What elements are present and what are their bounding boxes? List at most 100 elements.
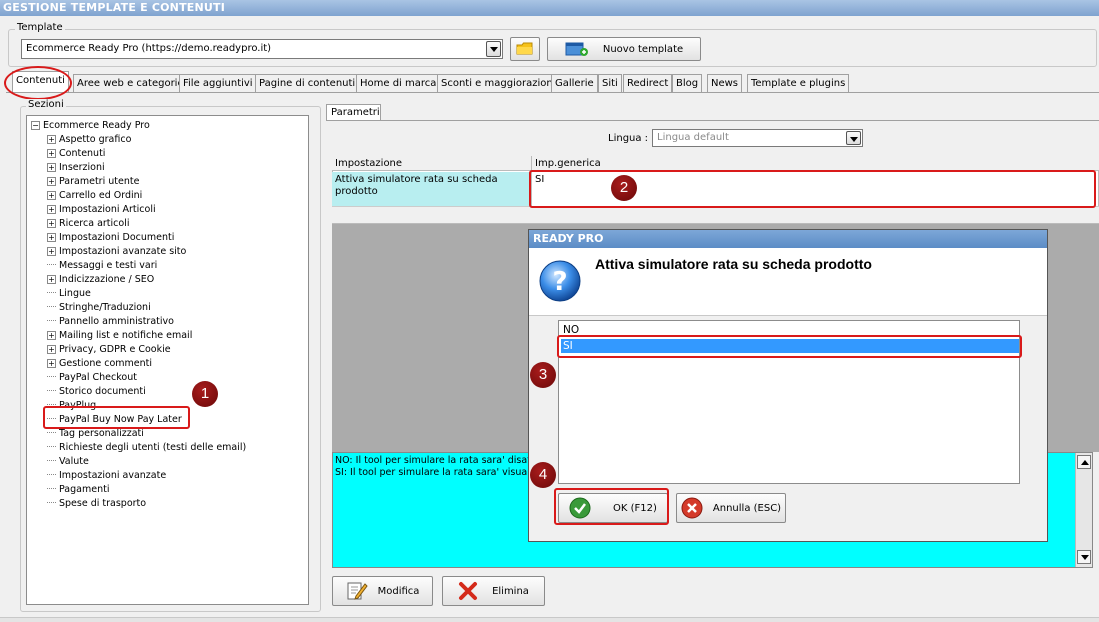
marker-1: 1 [192,381,218,407]
tree-item[interactable]: + Ricerca articoli [47,217,129,230]
tree-item[interactable]: + Impostazioni Documenti [47,231,174,244]
params-tab[interactable]: Parametri [326,104,381,121]
tree-item[interactable]: + Carrello ed Ordini [47,189,142,202]
expand-icon[interactable]: + [47,177,56,186]
tree-item-label: Pannello amministrativo [59,316,174,327]
tree-item-label: Storico documenti [59,386,146,397]
expand-icon[interactable]: + [47,275,56,284]
tree-item[interactable]: Valute [47,455,89,468]
highlight-tree-selection [43,406,190,429]
expand-icon[interactable]: + [47,331,56,340]
help-line-2: SI: Il tool per simulare la rata sara' v… [335,467,538,478]
tree-item[interactable]: + Contenuti [47,147,105,160]
tree-item-label: Privacy, GDPR e Cookie [59,344,171,355]
tab-gallerie[interactable]: Gallerie [551,74,598,93]
chevron-down-icon[interactable] [486,41,501,57]
collapse-icon[interactable]: − [31,121,40,130]
question-icon: ? [539,260,581,302]
grid-row-empty [332,206,1099,223]
row-setting-cell[interactable]: Attiva simulatore rata su scheda prodott… [332,172,532,206]
language-select[interactable]: Lingua default [652,129,863,147]
confirm-dialog: READY PRO ? Attiva simulatore rata su sc… [528,229,1048,542]
edit-button[interactable]: Modifica [332,576,433,606]
expand-icon[interactable]: + [47,345,56,354]
expand-icon[interactable]: + [47,219,56,228]
tab-sconti[interactable]: Sconti e maggiorazioni [437,74,560,93]
tree-item[interactable]: Impostazioni avanzate [47,469,166,482]
tab-file-aggiuntivi[interactable]: File aggiuntivi [179,74,257,93]
language-select-value: Lingua default [657,132,729,143]
scroll-up-icon[interactable] [1077,455,1091,469]
tree-item-label: Richieste degli utenti (testi delle emai… [59,442,247,453]
tree-item[interactable]: Pannello amministrativo [47,315,174,328]
tree-item[interactable]: + Inserzioni [47,161,105,174]
help-line-1: NO: Il tool per simulare la rata sara' d… [335,455,549,466]
marker-4: 4 [530,462,556,488]
tree-connector [47,404,56,405]
tab-siti[interactable]: Siti [598,74,622,93]
tree-item[interactable]: + Privacy, GDPR e Cookie [47,343,171,356]
tree-item[interactable]: Richieste degli utenti (testi delle emai… [47,441,246,454]
sections-tree[interactable]: − Ecommerce Ready Pro + Aspetto grafico + Co… [26,115,309,605]
cancel-button[interactable]: Annulla (ESC) [676,493,786,523]
language-label: Lingua : [608,133,649,144]
tree-item-label: Tag personalizzati [59,428,144,439]
tree-item-label: PayPal Checkout [59,372,137,383]
cancel-label: Annulla (ESC) [712,502,782,514]
expand-icon[interactable]: + [47,135,56,144]
tree-item[interactable]: + Impostazioni avanzate sito [47,245,186,258]
tree-item-label: Stringhe/Traduzioni [59,302,151,313]
expand-icon[interactable]: + [47,149,56,158]
tree-item-label: Ricerca articoli [59,218,130,229]
tree-item-label: Impostazioni Articoli [59,204,156,215]
tab-pagine-contenuti[interactable]: Pagine di contenuti [255,74,360,93]
tab-strip-line [6,92,1099,93]
new-template-button[interactable]: Nuovo template [547,37,701,61]
tree-item[interactable]: + Indicizzazione / SEO [47,273,154,286]
tab-home-marca[interactable]: Home di marca [356,74,441,93]
tab-aree-web[interactable]: Aree web e categorie [73,74,188,93]
tree-connector [47,390,56,391]
expand-icon[interactable]: + [47,191,56,200]
expand-icon[interactable]: + [47,233,56,242]
marker-3: 3 [530,362,556,388]
template-select[interactable]: Ecommerce Ready Pro (https://demo.readyp… [21,39,503,59]
expand-icon[interactable]: + [47,359,56,368]
expand-icon[interactable]: + [47,205,56,214]
tree-item[interactable]: + Impostazioni Articoli [47,203,156,216]
tree-item[interactable]: + Gestione commenti [47,357,152,370]
tree-connector [47,488,56,489]
tree-item[interactable]: Spese di trasporto [47,497,146,510]
tab-blog[interactable]: Blog [672,74,703,93]
tree-item[interactable]: Stringhe/Traduzioni [47,301,151,314]
tree-item[interactable]: + Parametri utente [47,175,139,188]
tab-template-plugins[interactable]: Template e plugins [747,74,850,93]
delete-x-icon [459,582,478,600]
expand-icon[interactable]: + [47,247,56,256]
tree-item[interactable]: Storico documenti [47,385,146,398]
tree-item[interactable]: Lingue [47,287,91,300]
delete-label: Elimina [492,585,529,597]
chevron-down-icon[interactable] [846,131,861,145]
sections-legend: Sezioni [26,99,66,110]
svg-text:?: ? [552,267,567,297]
tree-connector [47,474,56,475]
tree-root[interactable]: − Ecommerce Ready Pro [31,119,150,132]
open-folder-button[interactable] [510,37,540,61]
help-scrollbar[interactable] [1075,453,1092,567]
tree-item-label: Indicizzazione / SEO [59,274,155,285]
tree-connector [47,306,56,307]
tree-item[interactable]: + Aspetto grafico [47,133,131,146]
expand-icon[interactable]: + [47,163,56,172]
tab-news[interactable]: News [707,74,743,93]
tree-item[interactable]: Messaggi e testi vari [47,259,157,272]
tree-item[interactable]: + Mailing list e notifiche email [47,329,192,342]
scroll-down-icon[interactable] [1077,550,1091,564]
tree-item[interactable]: PayPal Checkout [47,371,137,384]
tree-item-label: Gestione commenti [59,358,152,369]
tree-item[interactable]: Pagamenti [47,483,109,496]
col-header-setting: Impostazione [332,156,532,172]
tab-redirect[interactable]: Redirect [623,74,673,93]
delete-button[interactable]: Elimina [442,576,545,606]
dialog-question: Attiva simulatore rata su scheda prodott… [595,256,872,272]
